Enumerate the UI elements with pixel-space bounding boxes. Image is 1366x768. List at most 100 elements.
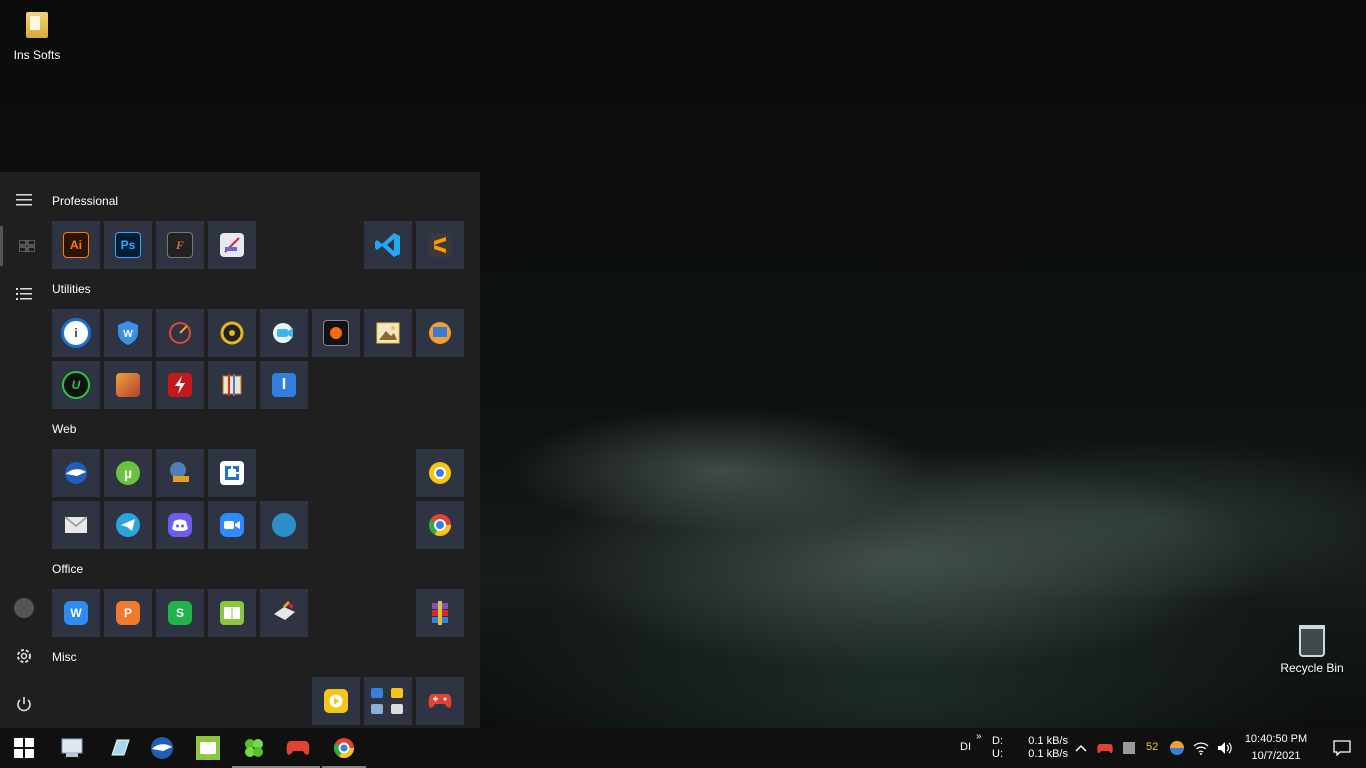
weather-globe-tray-icon[interactable] — [1166, 728, 1188, 768]
tile-ebook-reader[interactable] — [208, 589, 256, 637]
game-controller-taskbar-icon[interactable] — [274, 728, 322, 768]
tile-thunderbird[interactable] — [52, 449, 100, 497]
thunderbird-icon[interactable] — [138, 728, 186, 768]
tile-paint-tool[interactable] — [208, 221, 256, 269]
list-view-icon[interactable] — [0, 274, 48, 314]
sublime-text-icon — [428, 233, 452, 257]
illustrator-icon: Ai — [63, 232, 89, 258]
tile-wps-spreadsheets[interactable]: S — [156, 589, 204, 637]
disk-meter-labels: D: U: — [992, 735, 1003, 761]
tile-evernote-like[interactable] — [260, 501, 308, 549]
tile-discord[interactable] — [156, 501, 204, 549]
tile-cleaner[interactable] — [260, 589, 308, 637]
notes-icon[interactable] — [96, 728, 144, 768]
tile-screen-capture[interactable] — [416, 309, 464, 357]
user-avatar-icon[interactable] — [0, 588, 48, 628]
tile-speedometer[interactable] — [156, 309, 204, 357]
action-center-notification-icon[interactable] — [1318, 728, 1366, 768]
tile-wise-shield[interactable]: W — [104, 309, 152, 357]
group-label-professional: Professional — [52, 194, 119, 208]
group-label-misc: Misc — [52, 650, 77, 664]
clover-icon[interactable] — [230, 728, 278, 768]
game-controller-icon — [428, 693, 452, 709]
paint-tool-icon — [220, 233, 244, 257]
archive-tool-icon — [220, 373, 244, 397]
taskbar: DI » D: U: 0.1 kB/s 0.1 kB/s 52 10:40:50… — [0, 728, 1366, 768]
show-hidden-icons-chevron-icon[interactable] — [1072, 728, 1090, 768]
winrar-books-icon — [430, 601, 450, 625]
tile-archive-tool[interactable] — [208, 361, 256, 409]
box-app-icon — [116, 373, 140, 397]
tile-disc-burner[interactable] — [208, 309, 256, 357]
one-password-icon: i — [61, 318, 91, 348]
tile-image-viewer[interactable] — [364, 309, 412, 357]
ebook-reader-icon[interactable] — [184, 728, 232, 768]
wps-spreadsheets-icon: S — [168, 601, 192, 625]
lightning-icon — [168, 373, 192, 397]
disk-label-d: D: — [992, 735, 1003, 747]
control-panel-icon[interactable] — [48, 728, 96, 768]
tiles-view-icon[interactable] — [0, 226, 51, 266]
start-rail — [0, 172, 48, 728]
clock-date: 10/7/2021 — [1251, 750, 1301, 762]
overflow-chevron-icon[interactable]: » — [976, 730, 982, 743]
chrome-taskbar-icon[interactable] — [320, 728, 368, 768]
windows-start-icon[interactable] — [0, 728, 48, 768]
tile-telegram[interactable] — [104, 501, 152, 549]
chrome-canary-icon — [427, 460, 453, 486]
power-icon[interactable] — [0, 684, 48, 724]
tile-photoshop[interactable]: Ps — [104, 221, 152, 269]
record-icon — [323, 320, 349, 346]
tile-video-call[interactable] — [260, 309, 308, 357]
uninstaller-icon: U — [62, 371, 90, 399]
wifi-icon[interactable] — [1190, 728, 1212, 768]
tile-iobit-uninstaller[interactable]: U — [52, 361, 100, 409]
shield-icon: W — [116, 320, 140, 346]
tile-winrar[interactable] — [416, 589, 464, 637]
tile-folder-group[interactable] — [364, 677, 412, 725]
tile-lightshot[interactable] — [208, 449, 256, 497]
tile-boxed-app[interactable] — [104, 361, 152, 409]
tile-downloader[interactable] — [156, 449, 204, 497]
fontlab-icon: F — [167, 232, 193, 258]
tile-media-player[interactable] — [312, 677, 360, 725]
speedometer-icon — [167, 320, 193, 346]
tile-text-editor[interactable]: I — [260, 361, 308, 409]
settings-gear-icon[interactable] — [0, 636, 48, 676]
tile-recorder[interactable] — [312, 309, 360, 357]
image-viewer-icon — [376, 322, 400, 344]
tile-vscode[interactable] — [364, 221, 412, 269]
hamburger-menu-icon[interactable] — [0, 180, 48, 220]
app-folder-icon — [371, 688, 405, 714]
text-cursor-icon: I — [272, 373, 296, 397]
tile-sublime-text[interactable] — [416, 221, 464, 269]
tile-game-controller[interactable] — [416, 677, 464, 725]
tile-flash-tool[interactable] — [156, 361, 204, 409]
language-indicator[interactable]: DI — [960, 741, 971, 754]
tile-wps-presentation[interactable]: P — [104, 589, 152, 637]
tile-chrome[interactable] — [416, 501, 464, 549]
network-speed-meter[interactable]: 0.1 kB/s 0.1 kB/s — [1020, 735, 1068, 761]
volume-speaker-icon[interactable] — [1214, 728, 1236, 768]
lightshot-icon — [220, 461, 244, 485]
game-controller-tray-icon[interactable] — [1094, 728, 1116, 768]
tile-fontlab[interactable]: F — [156, 221, 204, 269]
discord-icon — [168, 513, 192, 537]
desktop-icon-ins-softs[interactable]: Ins Softs — [0, 8, 77, 62]
recycle-bin-icon — [1299, 625, 1325, 657]
gray-square-tray-icon[interactable] — [1118, 728, 1140, 768]
tile-chrome-canary[interactable] — [416, 449, 464, 497]
tile-one-password[interactable]: i — [52, 309, 100, 357]
tile-zoom[interactable] — [208, 501, 256, 549]
tile-wps-writer[interactable]: W — [52, 589, 100, 637]
cpu-temperature[interactable]: 52 — [1146, 741, 1158, 754]
mail-envelope-icon — [64, 516, 88, 534]
desktop-icon-recycle-bin[interactable]: Recycle Bin — [1272, 622, 1352, 675]
tile-illustrator[interactable]: Ai — [52, 221, 100, 269]
taskbar-clock[interactable]: 10:40:50 PM 10/7/2021 — [1236, 731, 1316, 765]
cleaner-icon — [271, 600, 297, 626]
tile-utorrent[interactable]: µ — [104, 449, 152, 497]
chrome-icon — [427, 512, 453, 538]
tile-mail[interactable] — [52, 501, 100, 549]
group-label-web: Web — [52, 422, 77, 436]
